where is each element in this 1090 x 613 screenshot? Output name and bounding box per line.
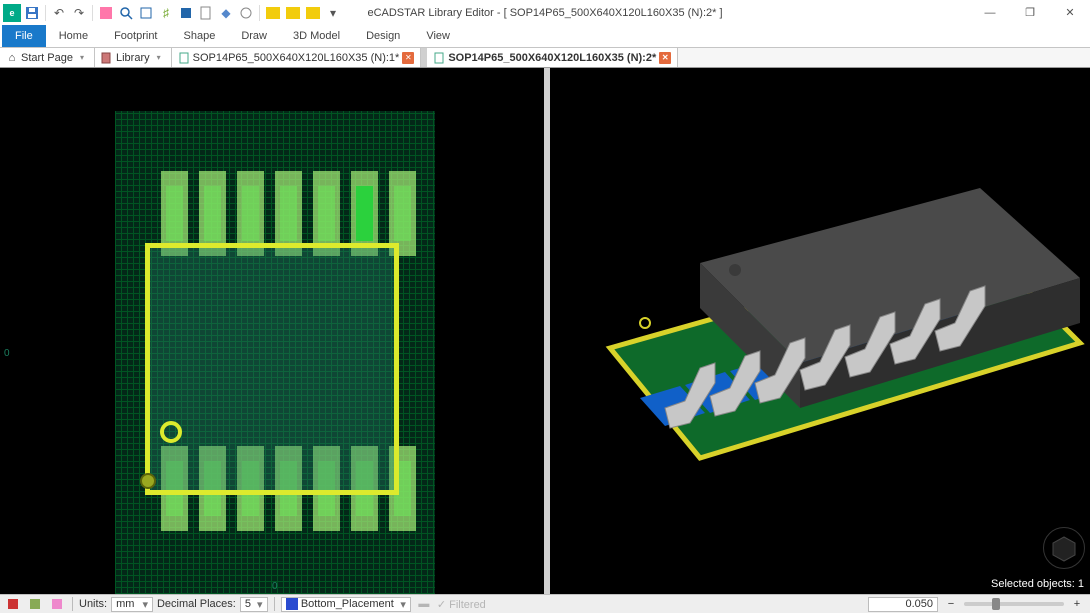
- color-swatch-1[interactable]: [97, 4, 115, 22]
- ribbon-tabs: File Home Footprint Shape Draw 3D Model …: [0, 25, 1090, 48]
- yellow-1-button[interactable]: [264, 4, 282, 22]
- symbol-button[interactable]: ♯: [157, 4, 175, 22]
- document-icon: [178, 52, 190, 64]
- doc-tab-label: Start Page: [21, 52, 73, 64]
- selected-label: Selected objects:: [991, 578, 1075, 590]
- save-button[interactable]: [23, 4, 41, 22]
- dropdown-icon[interactable]: ▾: [76, 52, 88, 64]
- status-icon-3[interactable]: [48, 596, 66, 612]
- undo-button[interactable]: ↶: [50, 4, 68, 22]
- document-tabs: ⌂ Start Page ▾ Library ▾ SOP14P65_500X64…: [0, 48, 1090, 68]
- status-bar: Units: mm▾ Decimal Places: 5▾ Bottom_Pla…: [0, 594, 1090, 613]
- zoom-out-button[interactable]: −: [942, 596, 960, 612]
- pin1-marker: [160, 421, 182, 443]
- book-icon: [101, 52, 113, 64]
- tab-file[interactable]: File: [2, 25, 46, 47]
- tab-footprint[interactable]: Footprint: [101, 25, 170, 47]
- axis-x-zero: 0: [272, 581, 278, 592]
- layer-color-swatch: [286, 598, 298, 610]
- close-tab-button[interactable]: ✕: [402, 52, 414, 64]
- filter-toggle-icon[interactable]: ▬: [415, 596, 433, 612]
- home-icon: ⌂: [6, 52, 18, 64]
- doc-tab-library[interactable]: Library ▾: [95, 48, 172, 67]
- doc-tab-footprint-2[interactable]: SOP14P65_500X640X120L160X35 (N):2* ✕: [427, 48, 678, 67]
- 3d-render: [550, 68, 1090, 594]
- workspace: 0 0: [0, 68, 1090, 594]
- selected-count: 1: [1078, 578, 1084, 590]
- tab-draw[interactable]: Draw: [228, 25, 280, 47]
- axis-y-zero: 0: [4, 348, 10, 359]
- new-doc-button[interactable]: [197, 4, 215, 22]
- decimal-select[interactable]: 5▾: [240, 597, 268, 612]
- qat-customize-button[interactable]: ▾: [324, 4, 342, 22]
- zoom-slider[interactable]: [964, 602, 1064, 606]
- doc-tab-label: SOP14P65_500X640X120L160X35 (N):2*: [448, 52, 656, 64]
- poly-button[interactable]: ◆: [217, 4, 235, 22]
- cube-button[interactable]: [177, 4, 195, 22]
- close-button[interactable]: ✕: [1050, 0, 1090, 25]
- zoom-in-button[interactable]: +: [1068, 596, 1086, 612]
- slider-thumb[interactable]: [992, 598, 1000, 610]
- minimize-button[interactable]: —: [970, 0, 1010, 25]
- units-select[interactable]: mm▾: [111, 597, 153, 612]
- tab-shape[interactable]: Shape: [171, 25, 229, 47]
- yellow-3-button[interactable]: [304, 4, 322, 22]
- tab-home[interactable]: Home: [46, 25, 101, 47]
- app-logo: e: [3, 4, 21, 22]
- zoom-fit-button[interactable]: [117, 4, 135, 22]
- window-controls: — ❐ ✕: [970, 0, 1090, 25]
- filter-label: ✓ Filtered: [437, 598, 486, 611]
- status-icon-1[interactable]: [4, 596, 22, 612]
- doc-tab-footprint-1[interactable]: SOP14P65_500X640X120L160X35 (N):1* ✕: [172, 48, 422, 67]
- selection-info: Selected objects: 1: [991, 578, 1084, 590]
- origin-marker: [140, 473, 156, 489]
- component-outline[interactable]: [145, 243, 399, 495]
- doc-tab-label: Library: [116, 52, 150, 64]
- close-tab-button[interactable]: ✕: [659, 52, 671, 64]
- view-cube[interactable]: [1043, 527, 1085, 569]
- document-icon: [433, 52, 445, 64]
- coordinate-readout[interactable]: 0.050: [868, 597, 938, 612]
- tab-design[interactable]: Design: [353, 25, 413, 47]
- layer-select[interactable]: Bottom_Placement▾: [281, 597, 411, 612]
- units-label: Units:: [79, 598, 107, 610]
- footprint-3d-view[interactable]: Selected objects: 1: [550, 68, 1090, 594]
- redo-button[interactable]: ↷: [70, 4, 88, 22]
- yellow-2-button[interactable]: [284, 4, 302, 22]
- dropdown-icon[interactable]: ▾: [153, 52, 165, 64]
- doc-tab-startpage[interactable]: ⌂ Start Page ▾: [0, 48, 95, 67]
- status-icon-2[interactable]: [26, 596, 44, 612]
- decimal-label: Decimal Places:: [157, 598, 236, 610]
- tab-view[interactable]: View: [413, 25, 463, 47]
- maximize-button[interactable]: ❐: [1010, 0, 1050, 25]
- zoom-window-button[interactable]: [137, 4, 155, 22]
- doc-tab-label: SOP14P65_500X640X120L160X35 (N):1*: [193, 52, 400, 64]
- tab-3dmodel[interactable]: 3D Model: [280, 25, 353, 47]
- quick-access-toolbar: e ↶ ↷ ♯ ◆ ▾: [0, 0, 1090, 25]
- footprint-2d-view[interactable]: 0 0: [0, 68, 544, 594]
- globe-button[interactable]: [237, 4, 255, 22]
